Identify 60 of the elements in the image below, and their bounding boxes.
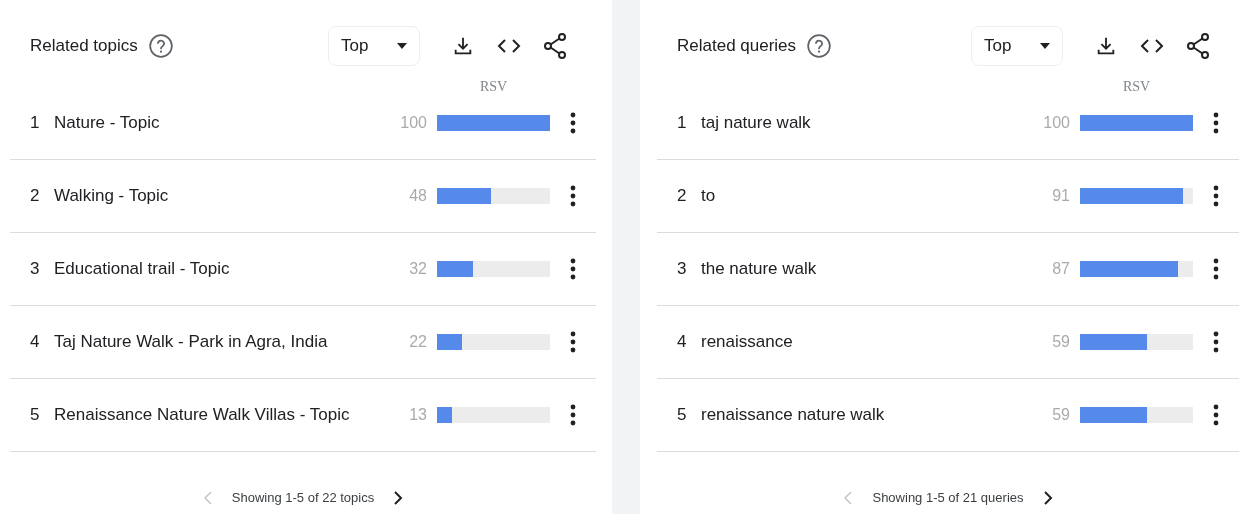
- value-number: 100: [1042, 113, 1070, 132]
- more-options-icon[interactable]: [570, 111, 576, 134]
- help-icon[interactable]: [806, 33, 833, 59]
- embed-code-icon[interactable]: [497, 38, 521, 54]
- value-number: 59: [1051, 333, 1070, 351]
- item-label[interactable]: Renaissance Nature Walk Villas - Topic: [54, 405, 377, 425]
- panel-title: Related topics: [30, 36, 138, 56]
- value-number: 13: [408, 406, 427, 424]
- item-label[interactable]: the nature walk: [701, 259, 1020, 279]
- column-header: RSV: [1121, 78, 1152, 95]
- more-options-icon[interactable]: [1213, 185, 1219, 207]
- more-options-icon[interactable]: [1213, 258, 1219, 280]
- more-options-icon[interactable]: [570, 331, 576, 353]
- rank-number: 3: [29, 259, 41, 279]
- more-options-icon[interactable]: [570, 404, 576, 426]
- item-label[interactable]: renaissance: [701, 332, 1020, 352]
- rank-number: 2: [29, 186, 41, 206]
- next-page-icon[interactable]: [1041, 490, 1054, 506]
- more-options-icon[interactable]: [1213, 111, 1219, 134]
- value-number: 48: [408, 187, 427, 205]
- more-options-icon[interactable]: [1213, 404, 1219, 426]
- rank-number: 5: [29, 405, 41, 425]
- item-label[interactable]: to: [701, 186, 1020, 206]
- caret-icon: [1040, 43, 1050, 49]
- item-label[interactable]: Nature - Topic: [54, 112, 377, 133]
- column-header: RSV: [478, 78, 509, 95]
- help-icon[interactable]: [147, 33, 174, 59]
- filter-dropdown[interactable]: Top: [328, 26, 420, 66]
- pagination-text: Showing 1-5 of 22 topics: [231, 490, 375, 505]
- rank-number: 1: [29, 112, 41, 133]
- filter-dropdown[interactable]: Top: [971, 26, 1063, 66]
- rank-number: 1: [676, 112, 688, 133]
- value-number: 59: [1051, 406, 1070, 424]
- rank-number: 2: [676, 186, 688, 206]
- rank-number: 4: [29, 332, 41, 352]
- download-icon[interactable]: [452, 35, 474, 57]
- value-number: 91: [1051, 187, 1070, 205]
- item-label[interactable]: renaissance nature walk: [701, 405, 1020, 425]
- value-number: 32: [408, 260, 427, 278]
- panel-title: Related queries: [677, 36, 797, 56]
- rank-number: 5: [676, 405, 688, 425]
- pagination-text: Showing 1-5 of 21 queries: [872, 490, 1024, 505]
- item-label[interactable]: taj nature walk: [701, 112, 1020, 133]
- rank-number: 4: [676, 332, 688, 352]
- item-label[interactable]: Educational trail - Topic: [54, 259, 377, 279]
- more-options-icon[interactable]: [570, 258, 576, 280]
- caret-icon: [397, 43, 407, 49]
- more-options-icon[interactable]: [1213, 331, 1219, 353]
- next-page-icon[interactable]: [392, 490, 405, 506]
- item-label[interactable]: Walking - Topic: [54, 186, 377, 206]
- embed-code-icon[interactable]: [1140, 38, 1164, 54]
- more-options-icon[interactable]: [570, 185, 576, 207]
- download-icon[interactable]: [1095, 35, 1117, 57]
- share-icon[interactable]: [543, 33, 567, 59]
- rank-number: 3: [676, 259, 688, 279]
- value-number: 100: [399, 113, 427, 132]
- share-icon[interactable]: [1186, 33, 1210, 59]
- item-label[interactable]: Taj Nature Walk - Park in Agra, India: [54, 332, 377, 352]
- value-number: 22: [408, 333, 427, 351]
- value-number: 87: [1051, 260, 1070, 278]
